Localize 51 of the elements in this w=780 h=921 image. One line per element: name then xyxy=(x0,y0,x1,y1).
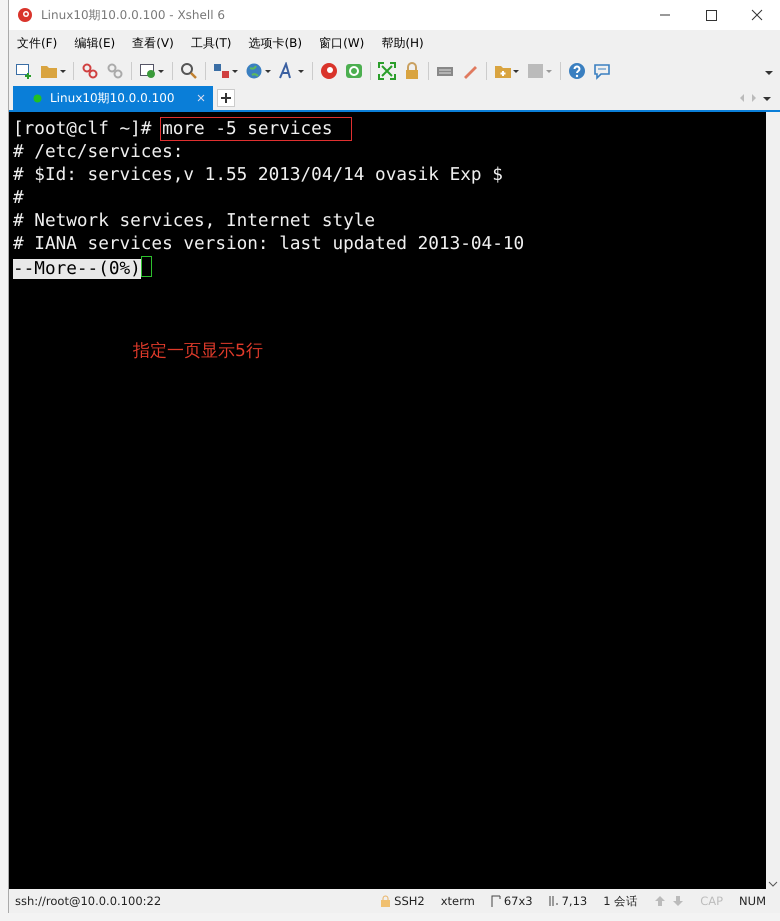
menu-item[interactable]: 文件(F) xyxy=(15,32,60,54)
help-icon[interactable] xyxy=(568,62,586,80)
shell-icon[interactable] xyxy=(320,62,338,80)
shell-prompt: [root@clf ~]# xyxy=(13,119,152,139)
menu-item[interactable]: 编辑(E) xyxy=(72,32,118,54)
output-line: # Network services, Internet style xyxy=(13,211,376,231)
settings-icon[interactable] xyxy=(139,62,165,80)
add-tab-icon[interactable] xyxy=(216,89,234,107)
resize-icon xyxy=(490,895,501,907)
key-indicator: NUM xyxy=(739,894,766,908)
status-label: xterm xyxy=(440,894,475,908)
window-title: Linux10期10.0.0.100 - Xshell 6 xyxy=(41,6,226,24)
unlink-icon xyxy=(106,62,124,80)
scrollbar[interactable] xyxy=(766,112,780,889)
protocol-label: SSH2 xyxy=(394,894,425,908)
transfer-icon[interactable] xyxy=(345,62,363,80)
session-tab[interactable]: Linux10期10.0.0.100 xyxy=(13,86,212,110)
globe-icon[interactable] xyxy=(246,62,272,80)
output-line: # $Id: services,v 1.55 2013/04/14 ovasik Exp $ xyxy=(13,165,503,185)
new-session-icon[interactable] xyxy=(15,62,33,80)
close-icon[interactable] xyxy=(196,94,204,102)
chat-icon[interactable] xyxy=(593,62,611,80)
lock-icon[interactable] xyxy=(403,62,421,80)
font-icon[interactable] xyxy=(279,62,305,80)
status-label: 1 会话 xyxy=(603,894,638,908)
scroll-down-icon[interactable] xyxy=(767,879,779,889)
output-line: # IANA services version: last updated 2013-04-10 xyxy=(13,234,524,254)
typed-command: more -5 services xyxy=(162,119,350,139)
tab-label: Linux10期10.0.0.100 xyxy=(50,90,174,106)
annotation-text: 指定一页显示5行 xyxy=(133,340,264,363)
menu-item[interactable]: 选项卡(B) xyxy=(246,32,304,54)
window-icon xyxy=(527,62,553,80)
up-down-arrows-icon xyxy=(654,895,684,907)
shell-logo-icon xyxy=(17,7,33,23)
output-line: # /etc/services: xyxy=(13,142,184,162)
menu-item[interactable]: 窗口(W) xyxy=(317,32,366,54)
pager-prompt: --More--(0%) xyxy=(13,259,141,279)
cursor-position-icon xyxy=(548,895,559,907)
text-cursor xyxy=(140,256,152,277)
search-icon[interactable] xyxy=(180,62,198,80)
menu-item[interactable]: 帮助(H) xyxy=(379,32,426,54)
link-icon[interactable] xyxy=(81,62,99,80)
layout-icon[interactable] xyxy=(213,62,239,80)
connection-address: ssh://root@10.0.0.100:22 xyxy=(15,894,162,908)
menu-item[interactable]: 查看(V) xyxy=(130,32,176,54)
cursor-position: 7,13 xyxy=(562,894,588,908)
lock-icon xyxy=(380,895,392,907)
menu-item[interactable]: 工具(T) xyxy=(188,32,234,54)
fullscreen-icon[interactable] xyxy=(378,62,396,80)
output-line: # xyxy=(13,188,24,208)
terminal-size: 67x3 xyxy=(504,894,533,908)
